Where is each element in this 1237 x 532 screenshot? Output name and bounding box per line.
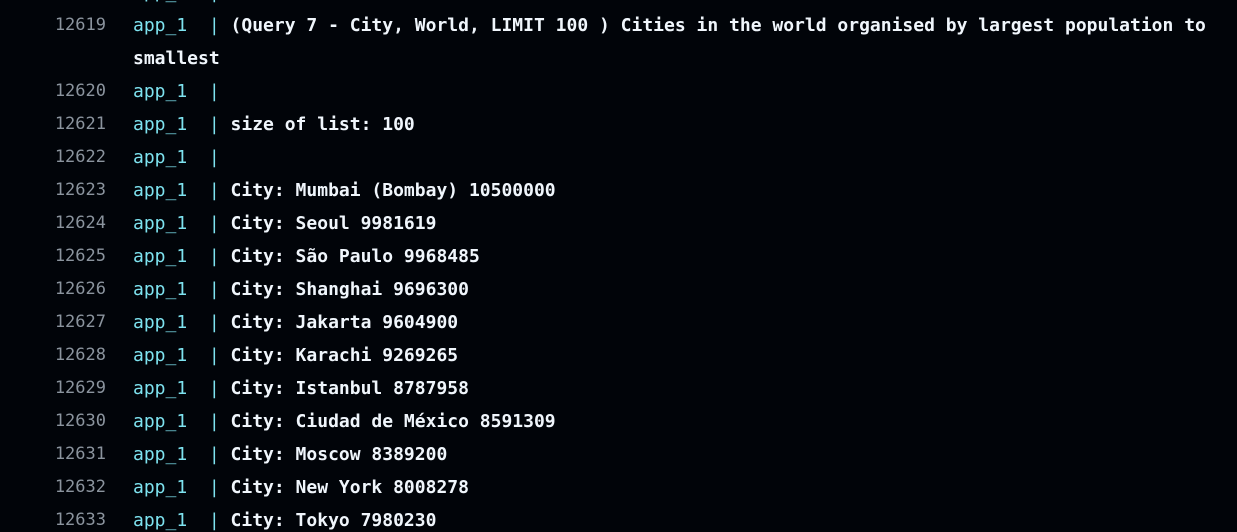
log-lines: 12618 app_1 | 12619 app_1 | (Query 7 - City… (0, 0, 1237, 532)
separator: | (187, 0, 220, 3)
log-message: City: New York 8008278 (219, 477, 469, 498)
line-number[interactable]: 12627 (0, 306, 106, 339)
service-name: app_1 (133, 477, 188, 498)
separator: | (187, 510, 220, 531)
service-name: app_1 (133, 147, 188, 168)
log-line: 12628 app_1 | City: Karachi 9269265 (0, 339, 1237, 372)
log-line-content: app_1 | City: Seoul 9981619 (133, 207, 1237, 240)
service-name: app_1 (133, 180, 188, 201)
separator: | (187, 246, 220, 267)
log-line: 12633 app_1 | City: Tokyo 7980230 (0, 504, 1237, 532)
line-number[interactable]: 12620 (0, 75, 106, 108)
line-number[interactable]: 12621 (0, 108, 106, 141)
log-line: 12630 app_1 | City: Ciudad de México 8591… (0, 405, 1237, 438)
log-line-content: app_1 | (133, 141, 1237, 174)
service-name: app_1 (133, 81, 188, 102)
line-number[interactable]: 12628 (0, 339, 106, 372)
service-name: app_1 (133, 213, 188, 234)
log-line-content: app_1 | City: Karachi 9269265 (133, 339, 1237, 372)
line-number[interactable]: 12622 (0, 141, 106, 174)
log-line-content: app_1 | City: Ciudad de México 8591309 (133, 405, 1237, 438)
service-name: app_1 (133, 411, 188, 432)
log-message: City: São Paulo 9968485 (219, 246, 480, 267)
log-line: 12631 app_1 | City: Moscow 8389200 (0, 438, 1237, 471)
line-number[interactable]: 12626 (0, 273, 106, 306)
log-line-content: app_1 | (133, 75, 1237, 108)
separator: | (187, 180, 220, 201)
log-line: 12627 app_1 | City: Jakarta 9604900 (0, 306, 1237, 339)
service-name: app_1 (133, 378, 188, 399)
separator: | (187, 213, 220, 234)
line-number[interactable]: 12618 (0, 0, 106, 9)
line-number[interactable]: 12629 (0, 372, 106, 405)
log-line-content: app_1 | City: Jakarta 9604900 (133, 306, 1237, 339)
line-number[interactable]: 12631 (0, 438, 106, 471)
line-number[interactable]: 12630 (0, 405, 106, 438)
separator: | (187, 444, 220, 465)
log-line-content: app_1 | City: São Paulo 9968485 (133, 240, 1237, 273)
service-name: app_1 (133, 114, 188, 135)
log-message: City: Karachi 9269265 (219, 345, 459, 366)
service-name: app_1 (133, 312, 188, 333)
service-name: app_1 (133, 345, 188, 366)
log-line: 12625 app_1 | City: São Paulo 9968485 (0, 240, 1237, 273)
separator: | (187, 15, 220, 36)
log-line-content: app_1 | City: New York 8008278 (133, 471, 1237, 504)
log-line: 12632 app_1 | City: New York 8008278 (0, 471, 1237, 504)
log-line-content: app_1 | (Query 7 - City, World, LIMIT 10… (133, 9, 1237, 75)
log-line: 12618 app_1 | (0, 0, 1237, 9)
log-viewer[interactable]: 12618 app_1 | 12619 app_1 | (Query 7 - City… (0, 0, 1237, 532)
log-line-content: app_1 | size of list: 100 (133, 108, 1237, 141)
log-line: 12624 app_1 | City: Seoul 9981619 (0, 207, 1237, 240)
separator: | (187, 378, 220, 399)
log-message: City: Istanbul 8787958 (219, 378, 469, 399)
log-line-content: app_1 | City: Moscow 8389200 (133, 438, 1237, 471)
service-name: app_1 (133, 444, 188, 465)
line-number[interactable]: 12619 (0, 9, 106, 42)
separator: | (187, 312, 220, 333)
separator: | (187, 345, 220, 366)
separator: | (187, 477, 220, 498)
service-name: app_1 (133, 246, 188, 267)
log-line-content: app_1 | City: Tokyo 7980230 (133, 504, 1237, 532)
log-line: 12620 app_1 | (0, 75, 1237, 108)
service-name: app_1 (133, 15, 188, 36)
log-line: 12619 app_1 | (Query 7 - City, World, LIM… (0, 9, 1237, 75)
separator: | (187, 147, 220, 168)
log-line-content: app_1 | City: Mumbai (Bombay) 10500000 (133, 174, 1237, 207)
log-line: 12622 app_1 | (0, 141, 1237, 174)
line-number[interactable]: 12633 (0, 504, 106, 532)
log-message: size of list: 100 (219, 114, 415, 135)
service-name: app_1 (133, 279, 188, 300)
log-message: City: Moscow 8389200 (219, 444, 448, 465)
log-message: City: Shanghai 9696300 (219, 279, 469, 300)
log-message: City: Ciudad de México 8591309 (219, 411, 556, 432)
service-name: app_1 (133, 510, 188, 531)
log-line-content: app_1 | City: Shanghai 9696300 (133, 273, 1237, 306)
log-message: City: Jakarta 9604900 (219, 312, 459, 333)
line-number[interactable]: 12623 (0, 174, 106, 207)
log-message: City: Seoul 9981619 (219, 213, 437, 234)
log-line: 12626 app_1 | City: Shanghai 9696300 (0, 273, 1237, 306)
log-message: (Query 7 - City, World, LIMIT 100 ) Citi… (133, 15, 1217, 69)
separator: | (187, 114, 220, 135)
log-line-content: app_1 | (133, 0, 1237, 9)
log-line: 12629 app_1 | City: Istanbul 8787958 (0, 372, 1237, 405)
log-line-content: app_1 | City: Istanbul 8787958 (133, 372, 1237, 405)
separator: | (187, 279, 220, 300)
line-number[interactable]: 12624 (0, 207, 106, 240)
log-line: 12621 app_1 | size of list: 100 (0, 108, 1237, 141)
log-line: 12623 app_1 | City: Mumbai (Bombay) 10500… (0, 174, 1237, 207)
service-name: app_1 (133, 0, 187, 3)
log-message: City: Mumbai (Bombay) 10500000 (219, 180, 556, 201)
separator: | (187, 411, 220, 432)
line-number[interactable]: 12625 (0, 240, 106, 273)
separator: | (187, 81, 220, 102)
line-number[interactable]: 12632 (0, 471, 106, 504)
log-message: City: Tokyo 7980230 (219, 510, 437, 531)
